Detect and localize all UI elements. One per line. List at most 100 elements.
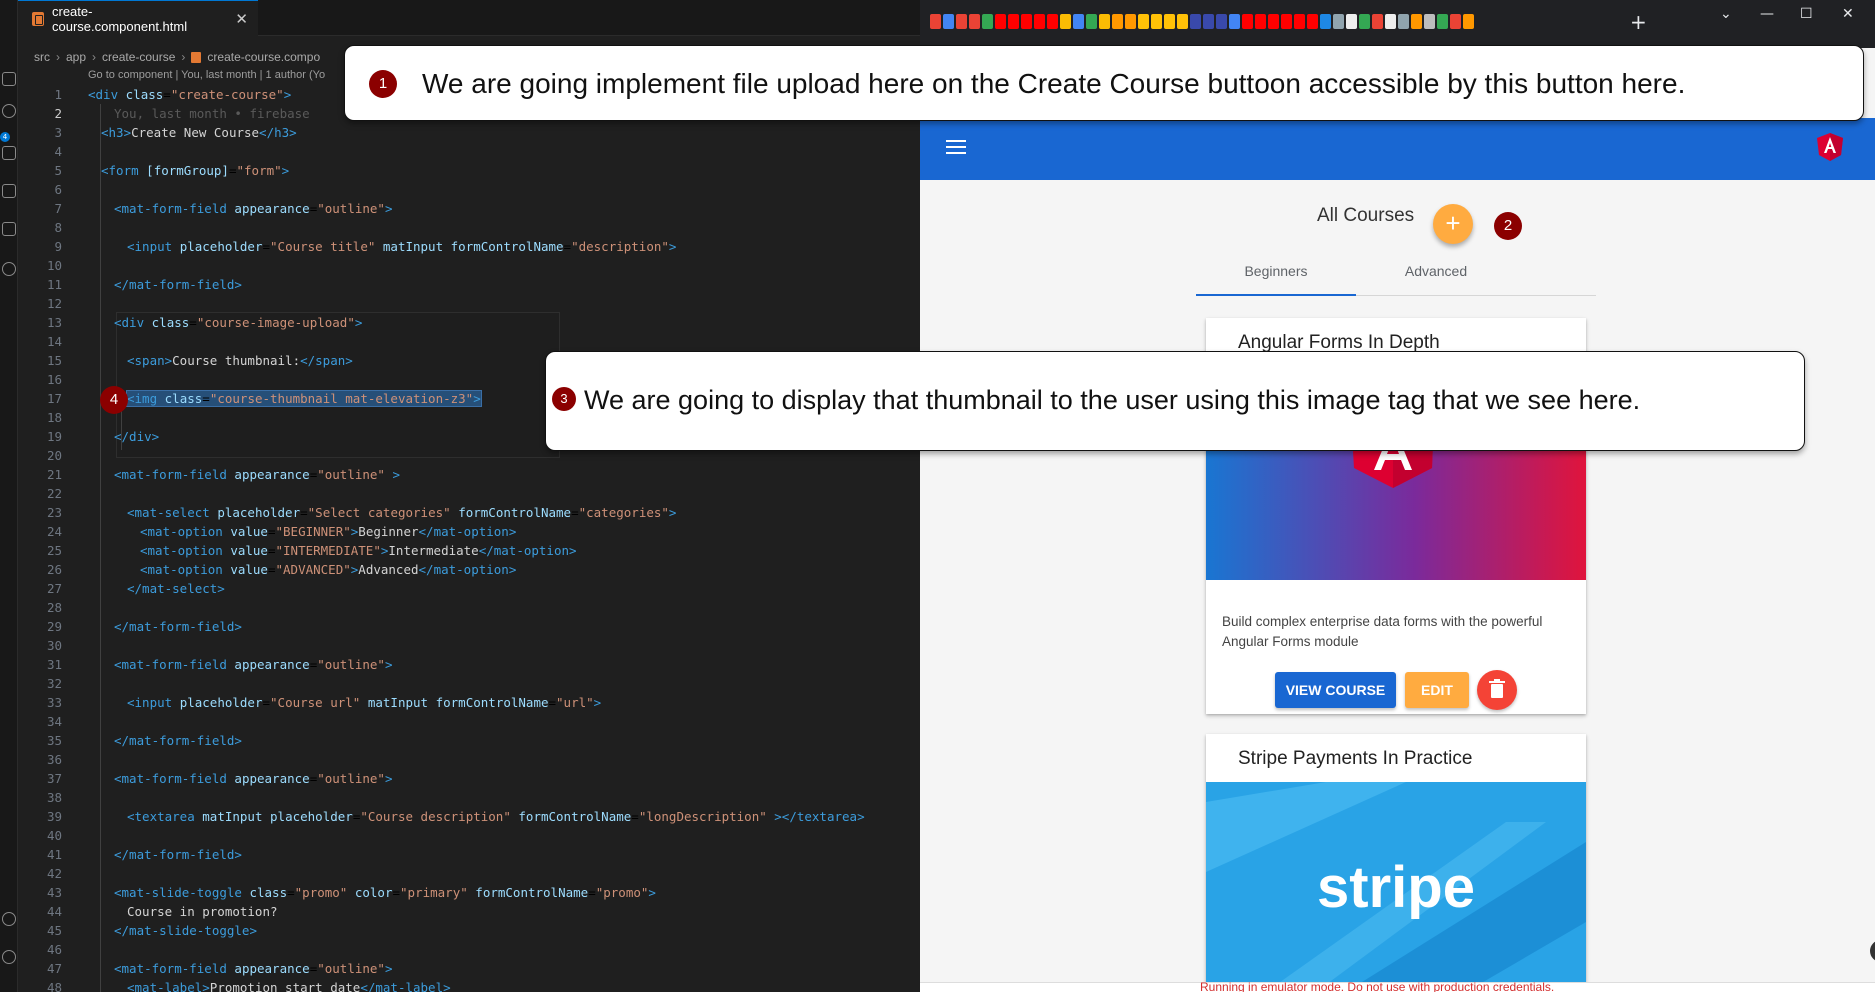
tab-favicon-icon[interactable] [1060,14,1071,29]
code-line[interactable]: 3 <h3>Create New Course</h3> [18,123,920,142]
tab-favicon-icon[interactable] [1086,14,1097,29]
code-line[interactable]: 45 </mat-slide-toggle> [18,921,920,940]
tab-favicon-icon[interactable] [1138,14,1149,29]
tab-favicon-icon[interactable] [1255,14,1266,29]
tab-favicon-icon[interactable] [1411,14,1422,29]
code-line[interactable]: 41 </mat-form-field> [18,845,920,864]
tab-favicon-icon[interactable] [1125,14,1136,29]
code-line[interactable]: 44 Course in promotion? [18,902,920,921]
new-tab-button[interactable]: + [1630,10,1647,34]
tab-favicon-icon[interactable] [1268,14,1279,29]
code-line[interactable]: 14 [18,332,920,351]
code-line[interactable]: 28 [18,598,920,617]
tab-favicon-icon[interactable] [1398,14,1409,29]
view-course-button[interactable]: VIEW COURSE [1275,672,1396,708]
minimize-icon[interactable]: — [1760,6,1774,22]
code-line[interactable]: 32 [18,674,920,693]
create-course-fab-button[interactable]: + [1433,204,1473,244]
tab-favicon-icon[interactable] [1164,14,1175,29]
tab-favicon-icon[interactable] [1346,14,1357,29]
tab-favicon-icon[interactable] [1359,14,1370,29]
code-line[interactable]: 46 [18,940,920,959]
edit-course-button[interactable]: EDIT [1405,672,1469,708]
code-line[interactable]: 11 </mat-form-field> [18,275,920,294]
tab-favicon-icon[interactable] [1008,14,1019,29]
floating-dot[interactable] [1870,940,1875,962]
window-close-icon[interactable]: ✕ [1842,6,1854,22]
maximize-icon[interactable]: ☐ [1800,6,1813,22]
code-line[interactable]: 27 </mat-select> [18,579,920,598]
tab-favicon-icon[interactable] [1177,14,1188,29]
tab-favicon-icon[interactable] [1437,14,1448,29]
tab-favicon-icon[interactable] [1294,14,1305,29]
tab-favicon-icon[interactable] [1047,14,1058,29]
tab-favicons[interactable] [930,14,1474,29]
close-icon[interactable]: ✕ [235,10,248,28]
tab-favicon-icon[interactable] [943,14,954,29]
tab-favicon-icon[interactable] [1242,14,1253,29]
code-line[interactable]: 13 <div class="course-image-upload"> [18,313,920,332]
tab-beginners[interactable]: Beginners [1196,258,1356,296]
search-icon[interactable] [2,104,16,118]
code-line[interactable]: 39 <textarea matInput placeholder="Course… [18,807,920,826]
code-line[interactable]: 48 <mat-label>Promotion start date</mat-l… [18,978,920,992]
code-line[interactable]: 22 [18,484,920,503]
tab-favicon-icon[interactable] [995,14,1006,29]
tab-favicon-icon[interactable] [969,14,980,29]
code-line[interactable]: 12 [18,294,920,313]
code-line[interactable]: 37 <mat-form-field appearance="outline"> [18,769,920,788]
tab-favicon-icon[interactable] [982,14,993,29]
angular-logo-icon[interactable] [1815,132,1845,162]
code-line[interactable]: 43 <mat-slide-toggle class="promo" color=… [18,883,920,902]
code-line[interactable]: 4 [18,142,920,161]
tab-favicon-icon[interactable] [1099,14,1110,29]
extensions-icon[interactable] [2,222,16,236]
tab-favicon-icon[interactable] [956,14,967,29]
tab-favicon-icon[interactable] [1216,14,1227,29]
code-line[interactable]: 30 [18,636,920,655]
code-line[interactable]: 38 [18,788,920,807]
explorer-icon[interactable] [2,72,16,86]
tab-advanced[interactable]: Advanced [1356,258,1516,296]
code-line[interactable]: 23 <mat-select placeholder="Select catego… [18,503,920,522]
tab-favicon-icon[interactable] [1151,14,1162,29]
code-line[interactable]: 40 [18,826,920,845]
codelens[interactable]: Go to component | You, last month | 1 au… [88,69,325,81]
remote-icon[interactable] [2,262,16,276]
code-line[interactable]: 7 <mat-form-field appearance="outline"> [18,199,920,218]
tab-favicon-icon[interactable] [1034,14,1045,29]
tab-favicon-icon[interactable] [1203,14,1214,29]
tab-favicon-icon[interactable] [930,14,941,29]
tab-favicon-icon[interactable] [1112,14,1123,29]
tab-favicon-icon[interactable] [1021,14,1032,29]
tab-search-icon[interactable]: ⌄ [1720,6,1732,22]
breadcrumb-item[interactable]: src [34,50,50,64]
code-line[interactable]: 26 <mat-option value="ADVANCED">Advanced<… [18,560,920,579]
tab-favicon-icon[interactable] [1307,14,1318,29]
code-line[interactable]: 10 [18,256,920,275]
tab-favicon-icon[interactable] [1424,14,1435,29]
tab-favicon-icon[interactable] [1073,14,1084,29]
tab-favicon-icon[interactable] [1320,14,1331,29]
tab-favicon-icon[interactable] [1450,14,1461,29]
breadcrumb-item[interactable]: create-course.compo [207,50,320,64]
code-line[interactable]: 35 </mat-form-field> [18,731,920,750]
code-line[interactable]: 42 [18,864,920,883]
code-line[interactable]: 29 </mat-form-field> [18,617,920,636]
tab-create-course-html[interactable]: create-course.component.html ✕ [18,0,258,36]
code-line[interactable]: 36 [18,750,920,769]
code-line[interactable]: 8 [18,218,920,237]
tab-favicon-icon[interactable] [1281,14,1292,29]
code-line[interactable]: 24 <mat-option value="BEGINNER">Beginner<… [18,522,920,541]
tab-favicon-icon[interactable] [1372,14,1383,29]
tab-favicon-icon[interactable] [1229,14,1240,29]
code-line[interactable]: 9 <input placeholder="Course title" matIn… [18,237,920,256]
delete-course-button[interactable] [1477,670,1517,710]
breadcrumb-item[interactable]: app [66,50,86,64]
tab-favicon-icon[interactable] [1463,14,1474,29]
code-line[interactable]: 33 <input placeholder="Course url" matInp… [18,693,920,712]
source-control-icon[interactable] [2,146,16,160]
tab-favicon-icon[interactable] [1333,14,1344,29]
debug-icon[interactable] [2,184,16,198]
menu-icon[interactable] [946,140,966,154]
